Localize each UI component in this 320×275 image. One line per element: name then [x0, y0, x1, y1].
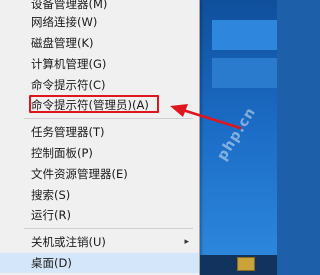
menu-item-disk-management[interactable]: 磁盘管理(K)	[0, 33, 199, 53]
menu-item-search[interactable]: 搜索(S)	[0, 185, 199, 205]
submenu-arrow-icon: ▸	[184, 237, 189, 247]
highlight-box	[29, 95, 159, 113]
menu-item-control-panel[interactable]: 控制面板(P)	[0, 143, 199, 163]
desktop-tile	[212, 20, 277, 50]
file-explorer-icon[interactable]	[237, 257, 255, 271]
menu-item-shutdown-signout[interactable]: 关机或注销(U) ▸	[0, 232, 199, 252]
desktop-tile	[212, 58, 277, 88]
menu-item-command-prompt[interactable]: 命令提示符(C)	[0, 75, 199, 95]
taskbar	[200, 255, 277, 275]
menu-item-run[interactable]: 运行(R)	[0, 205, 199, 225]
menu-item-file-explorer[interactable]: 文件资源管理器(E)	[0, 164, 199, 184]
menu-item-label: 关机或注销(U)	[31, 235, 106, 249]
menu-item-network-connections[interactable]: 网络连接(W)	[0, 12, 199, 32]
menu-separator	[24, 228, 193, 229]
menu-item-computer-management[interactable]: 计算机管理(G)	[0, 54, 199, 74]
menu-separator	[24, 118, 193, 119]
menu-item-desktop[interactable]: 桌面(D)	[0, 253, 199, 273]
menu-item-task-manager[interactable]: 任务管理器(T)	[0, 122, 199, 142]
winx-context-menu: 设备管理器(M) 网络连接(W) 磁盘管理(K) 计算机管理(G) 命令提示符(…	[0, 0, 200, 275]
